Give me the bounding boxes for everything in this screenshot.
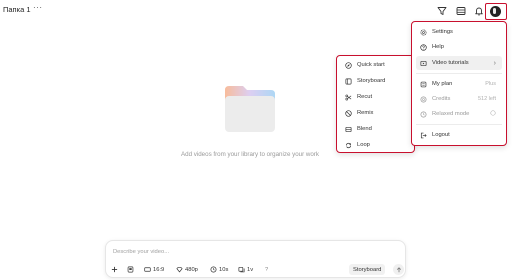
- storyboard-button[interactable]: Storyboard: [349, 264, 386, 275]
- submenu-item-blend[interactable]: Blend: [341, 122, 412, 136]
- logout-icon: [419, 131, 427, 139]
- relax-icon: [419, 110, 427, 118]
- credits-value: 512 left: [477, 96, 496, 102]
- account-menu: Settings Help Video tutorials › My plan …: [411, 21, 507, 146]
- submenu-item-label: Recut: [357, 94, 373, 100]
- clock-icon: [210, 266, 217, 273]
- aspect-ratio-icon: [144, 267, 151, 272]
- plus-icon: [111, 266, 118, 273]
- variations-value: 1v: [247, 266, 254, 273]
- menu-item-credits[interactable]: Credits 512 left: [416, 92, 502, 106]
- diamond-icon: [176, 266, 183, 273]
- submenu-item-storyboard[interactable]: Storyboard: [341, 74, 412, 88]
- menu-item-label: Logout: [432, 132, 450, 138]
- avatar-button[interactable]: [485, 3, 507, 20]
- gear-icon: [419, 28, 427, 36]
- avatar: [490, 6, 501, 17]
- menu-item-label: Credits: [432, 96, 451, 102]
- menu-item-label: Help: [432, 44, 444, 50]
- duration-button[interactable]: 10s: [210, 264, 228, 275]
- relaxed-mode-info-icon: [490, 110, 496, 118]
- submit-button[interactable]: [393, 264, 404, 275]
- submenu-item-quick-start[interactable]: Quick start: [341, 58, 412, 72]
- variations-button[interactable]: 1v: [238, 264, 253, 275]
- menu-divider: [416, 124, 502, 125]
- submenu-item-label: Remix: [357, 110, 374, 116]
- duration-value: 10s: [219, 266, 229, 273]
- plan-value: Plus: [485, 81, 496, 87]
- submenu-item-remix[interactable]: Remix: [341, 106, 412, 120]
- submenu-item-label: Loop: [357, 142, 370, 148]
- menu-item-help[interactable]: Help: [416, 40, 502, 54]
- menu-item-label: Settings: [432, 29, 453, 35]
- preset-icon: [127, 266, 134, 273]
- filter-icon[interactable]: [437, 6, 447, 16]
- variations-icon: [238, 266, 245, 273]
- top-bar: Папка 1 ···: [0, 0, 512, 22]
- menu-item-settings[interactable]: Settings: [416, 25, 502, 39]
- add-button[interactable]: [111, 264, 120, 275]
- scissors-icon: [344, 93, 352, 101]
- help-icon: [419, 43, 427, 51]
- help-label: ?: [265, 266, 269, 273]
- video-tutorials-submenu: Quick start Storyboard Recut Remix Blend…: [336, 55, 415, 153]
- submenu-item-label: Storyboard: [357, 78, 386, 84]
- folder-title[interactable]: Папка 1: [3, 5, 31, 14]
- help-button[interactable]: ?: [265, 264, 268, 275]
- chevron-right-icon: ›: [493, 59, 496, 67]
- menu-item-my-plan[interactable]: My plan Plus: [416, 77, 502, 91]
- storage-icon[interactable]: [456, 6, 466, 16]
- more-options-button[interactable]: ···: [33, 3, 43, 12]
- empty-folder-illustration: [223, 84, 277, 134]
- resolution-value: 480p: [185, 266, 198, 273]
- empty-state-message: Add videos from your library to organize…: [181, 151, 319, 158]
- compass-icon: [344, 61, 352, 69]
- menu-item-relaxed-mode[interactable]: Relaxed mode: [416, 107, 502, 121]
- submenu-item-recut[interactable]: Recut: [341, 90, 412, 104]
- menu-item-label: Video tutorials: [432, 60, 469, 66]
- blend-icon: [344, 125, 352, 133]
- storyboard-icon: [344, 77, 352, 85]
- menu-item-label: Relaxed mode: [432, 111, 470, 117]
- submenu-item-label: Quick start: [357, 62, 385, 68]
- prompt-input[interactable]: [113, 249, 313, 255]
- bell-icon[interactable]: [474, 6, 484, 16]
- preset-button[interactable]: [127, 264, 136, 275]
- menu-item-label: My plan: [432, 81, 453, 87]
- credits-icon: [419, 95, 427, 103]
- resolution-button[interactable]: 480p: [176, 264, 198, 275]
- aspect-ratio-value: 16:9: [153, 266, 165, 273]
- loop-icon: [344, 141, 352, 149]
- remix-icon: [344, 109, 352, 117]
- menu-item-video-tutorials[interactable]: Video tutorials ›: [416, 56, 502, 70]
- arrow-up-icon: [396, 266, 401, 272]
- aspect-ratio-button[interactable]: 16:9: [144, 264, 164, 275]
- video-icon: [419, 59, 427, 67]
- submenu-item-label: Blend: [357, 126, 372, 132]
- menu-divider: [416, 73, 502, 74]
- menu-item-logout[interactable]: Logout: [416, 128, 502, 142]
- storyboard-label: Storyboard: [353, 266, 382, 273]
- plan-icon: [419, 80, 427, 88]
- submenu-item-loop[interactable]: Loop: [341, 138, 412, 152]
- prompt-composer: 16:9 480p 10s 1v ? Storyboard: [105, 240, 406, 278]
